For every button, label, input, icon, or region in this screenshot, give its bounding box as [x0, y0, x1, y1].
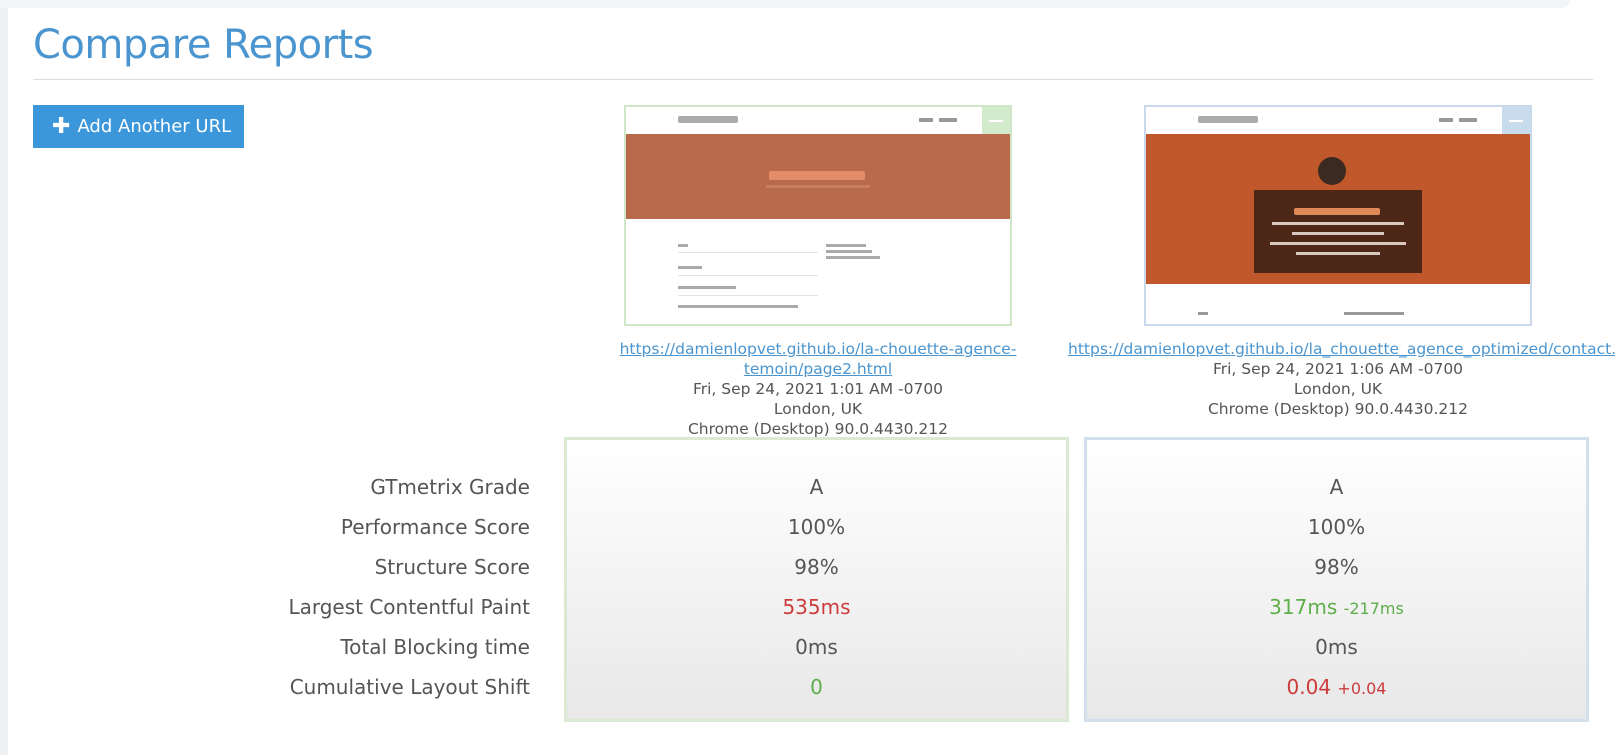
thumbnail-nav-link — [939, 118, 957, 122]
page-gutter — [0, 0, 8, 755]
metric-label-grade: GTmetrix Grade — [370, 475, 530, 499]
metric-cls: 0 — [810, 675, 823, 699]
thumbnail-logo — [1198, 116, 1258, 123]
thumbnail-hero-heading — [769, 171, 865, 180]
thumbnail-form-line — [678, 295, 818, 296]
report-thumbnail-2[interactable] — [1144, 105, 1532, 326]
metric-lcp-row: 317ms -217ms — [1087, 587, 1586, 627]
thumbnail-nav — [626, 107, 1010, 134]
metric-grade: A — [1329, 475, 1344, 499]
metric-lcp: 317ms — [1269, 595, 1338, 619]
thumbnail-hero-text — [1292, 232, 1384, 235]
report-meta-2: https://damienlopvet.github.io/la_chouet… — [1068, 339, 1615, 419]
minus-icon — [1509, 119, 1523, 122]
remove-report-button[interactable] — [982, 107, 1010, 134]
thumbnail-form-label — [826, 250, 872, 253]
report-location: London, UK — [773, 400, 863, 418]
thumbnail-hero-text — [1272, 222, 1404, 225]
thumbnail-form-label — [826, 244, 866, 247]
thumbnail-nav-link — [919, 118, 933, 122]
metric-label-structure: Structure Score — [374, 555, 530, 579]
metric-cls-row: 0 — [567, 667, 1066, 707]
metric-label-performance: Performance Score — [340, 515, 530, 539]
metric-tbt: 0ms — [1315, 635, 1358, 659]
owl-logo-icon — [1318, 157, 1346, 185]
metric-grade: A — [809, 475, 824, 499]
metric-lcp: 535ms — [782, 595, 851, 619]
thumbnail-hero-text — [1296, 252, 1380, 255]
thumbnail-form-line — [678, 275, 818, 276]
remove-report-button[interactable] — [1502, 107, 1530, 134]
metric-label-lcp: Largest Contentful Paint — [288, 595, 530, 619]
metric-cls-delta: +0.04 — [1337, 679, 1387, 698]
thumbnail-nav — [1146, 107, 1530, 134]
metric-structure: 98% — [1314, 555, 1359, 579]
thumbnail-form-label — [678, 286, 736, 289]
report-metrics-panel-2: A 100% 98% 317ms -217ms 0ms 0.04 +0.04 — [1084, 437, 1589, 722]
metric-label-cls: Cumulative Layout Shift — [289, 675, 530, 699]
metric-cls: 0.04 — [1286, 675, 1332, 699]
metric-tbt: 0ms — [795, 635, 838, 659]
thumbnail-form-label — [678, 266, 702, 269]
minus-icon — [989, 119, 1003, 122]
metric-structure: 98% — [794, 555, 839, 579]
plus-icon: ✚ — [52, 113, 71, 139]
report-date: Fri, Sep 24, 2021 1:06 AM -0700 — [1212, 360, 1464, 378]
page-title: Compare Reports — [33, 22, 374, 68]
metric-values: A 100% 98% 317ms -217ms 0ms 0.04 +0.04 — [1087, 467, 1586, 707]
thumbnail-form-label — [1344, 312, 1404, 315]
report-metrics-panel-1: A 100% 98% 535ms 0ms 0 — [564, 437, 1069, 722]
metric-performance: 100% — [1307, 515, 1366, 539]
report-url-link[interactable]: https://damienlopvet.github.io/la_chouet… — [1068, 339, 1615, 359]
report-meta-1: https://damienlopvet.github.io/la-chouet… — [548, 339, 1088, 439]
report-location: London, UK — [1293, 380, 1383, 398]
title-divider — [33, 79, 1593, 80]
thumbnail-logo — [678, 116, 738, 123]
metric-lcp-delta: -217ms — [1343, 599, 1404, 618]
thumbnail-hero-subtext — [766, 185, 870, 188]
thumbnail-form-label — [678, 305, 798, 308]
thumbnail-form-line — [678, 252, 818, 253]
report-date: Fri, Sep 24, 2021 1:01 AM -0700 — [692, 380, 944, 398]
thumbnail-form-label — [678, 244, 688, 247]
thumbnail-nav-link — [1439, 118, 1453, 122]
top-strip — [0, 0, 1570, 8]
metric-performance: 100% — [787, 515, 846, 539]
thumbnail-hero-heading — [1294, 208, 1380, 215]
thumbnail-hero-text — [1270, 242, 1406, 245]
thumbnail-form-label — [1198, 312, 1208, 315]
report-url-link[interactable]: https://damienlopvet.github.io/la-chouet… — [548, 339, 1088, 379]
report-thumbnail-1[interactable] — [624, 105, 1012, 326]
thumbnail-form-label — [826, 256, 880, 259]
metric-label-tbt: Total Blocking time — [340, 635, 530, 659]
report-browser: Chrome (Desktop) 90.0.4430.212 — [1207, 400, 1469, 418]
add-another-url-button[interactable]: ✚ Add Another URL — [33, 105, 244, 148]
metric-labels: GTmetrix Grade Performance Score Structu… — [250, 467, 530, 707]
add-another-url-label: Add Another URL — [77, 116, 232, 137]
report-browser: Chrome (Desktop) 90.0.4430.212 — [687, 420, 949, 438]
metric-cls-row: 0.04 +0.04 — [1087, 667, 1586, 707]
metric-values: A 100% 98% 535ms 0ms 0 — [567, 467, 1066, 707]
thumbnail-nav-link — [1459, 118, 1477, 122]
metric-lcp-row: 535ms — [567, 587, 1066, 627]
